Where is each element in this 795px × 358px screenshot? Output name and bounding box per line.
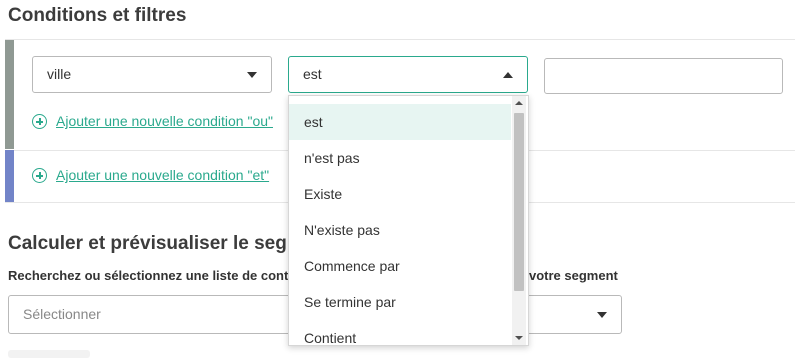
scrollbar-thumb[interactable] xyxy=(514,113,524,291)
add-circle-icon xyxy=(32,114,47,129)
preview-title: Calculer et prévisualiser le segm xyxy=(8,233,304,254)
operator-select-value: est xyxy=(303,66,322,82)
dropdown-option-commence-par[interactable]: Commence par xyxy=(289,248,511,284)
dropdown-option-existe[interactable]: Existe xyxy=(289,176,511,212)
scroll-up-icon[interactable] xyxy=(515,101,523,105)
add-and-condition-link[interactable]: Ajouter une nouvelle condition "et" xyxy=(56,167,269,183)
list-select-placeholder: Sélectionner xyxy=(23,306,101,322)
chevron-down-icon xyxy=(247,72,257,78)
dropdown-option-se-termine-par[interactable]: Se termine par xyxy=(289,284,511,320)
chevron-down-icon xyxy=(597,312,607,318)
list-search-label: Recherchez ou sélectionnez une liste de … xyxy=(8,268,289,283)
dropdown-option-est[interactable]: est xyxy=(289,104,511,140)
chevron-up-icon xyxy=(503,72,513,78)
add-circle-icon xyxy=(32,168,47,183)
operator-select[interactable]: est xyxy=(288,56,528,93)
conditions-title: Conditions et filtres xyxy=(8,5,187,26)
field-select[interactable]: ville xyxy=(32,56,272,93)
dropdown-scrollbar[interactable] xyxy=(512,96,526,345)
add-or-condition-link[interactable]: Ajouter une nouvelle condition "ou" xyxy=(56,113,273,129)
dropdown-option-nexiste-pas[interactable]: N'existe pas xyxy=(289,212,511,248)
operator-dropdown-menu: est n'est pas Existe N'existe pas Commen… xyxy=(288,95,529,346)
dropdown-option-nest-pas[interactable]: n'est pas xyxy=(289,140,511,176)
dropdown-option-contient[interactable]: Contient xyxy=(289,320,511,345)
compute-button[interactable] xyxy=(8,350,90,358)
or-group-indicator xyxy=(5,40,14,149)
and-group-indicator xyxy=(5,150,14,202)
scroll-down-icon[interactable] xyxy=(515,336,523,340)
list-search-label-end: votre segment xyxy=(529,268,618,283)
field-select-value: ville xyxy=(47,66,72,82)
condition-value-input[interactable] xyxy=(544,58,783,94)
